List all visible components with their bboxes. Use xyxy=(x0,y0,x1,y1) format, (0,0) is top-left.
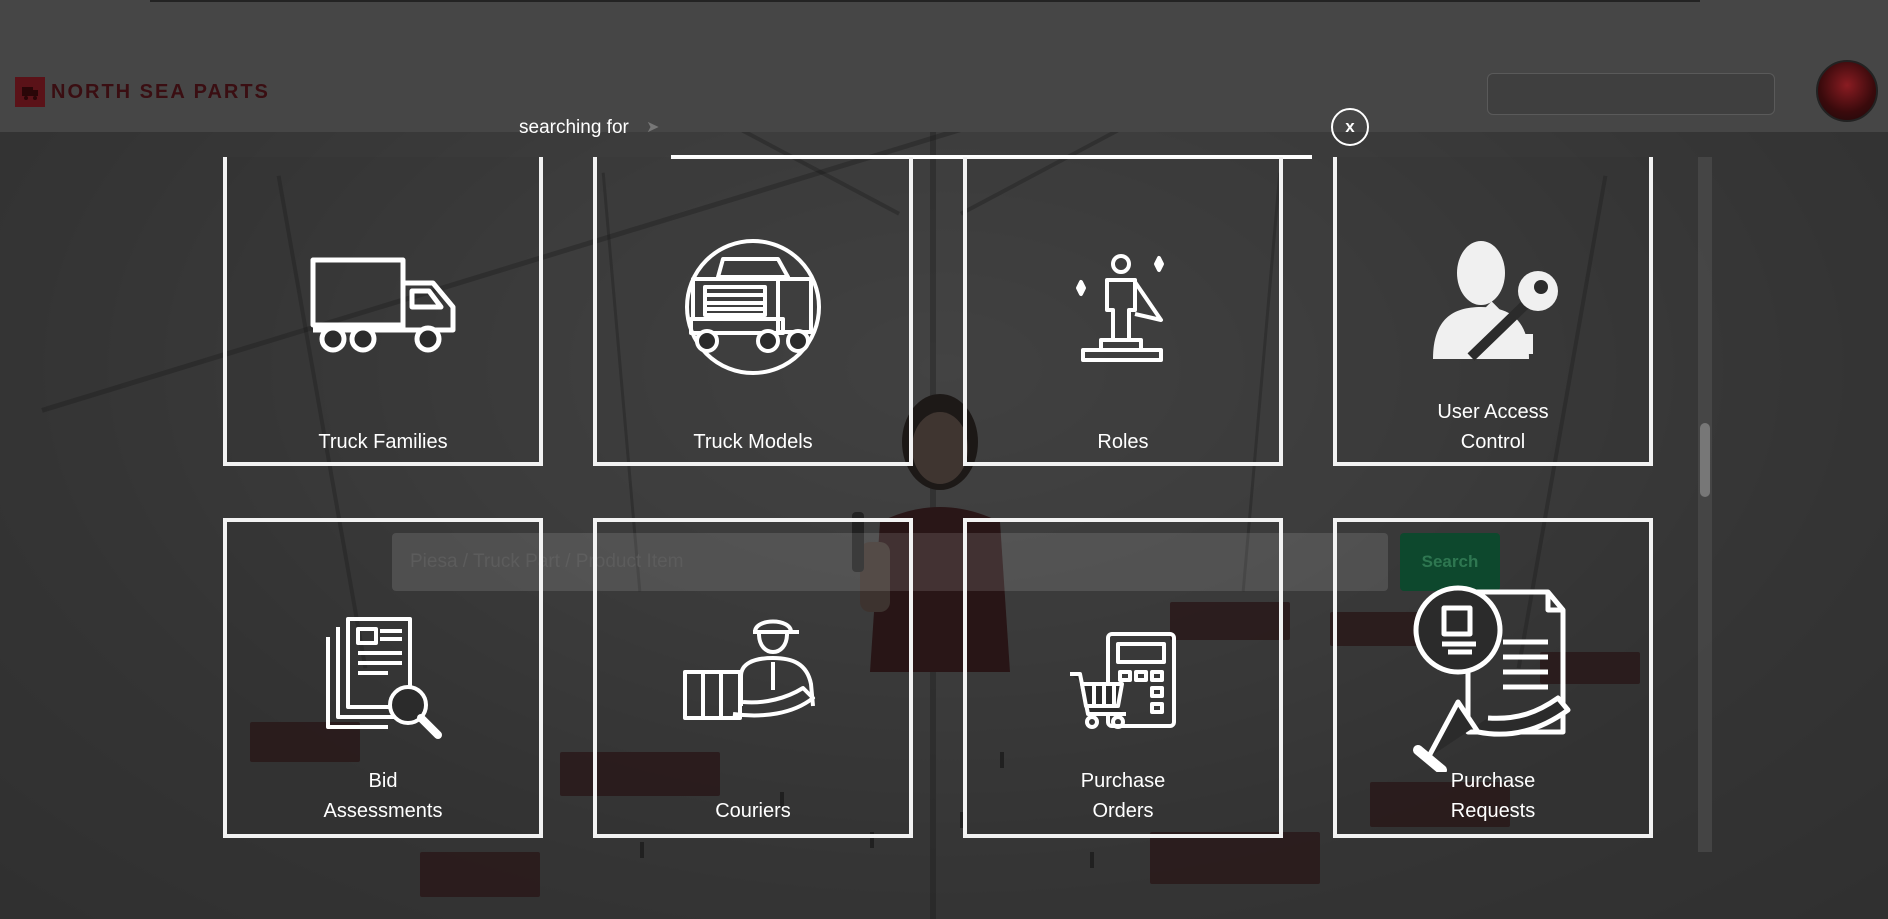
card-label: Couriers xyxy=(715,800,791,822)
card-label-line2: Orders xyxy=(1092,800,1154,822)
card-couriers[interactable]: Couriers xyxy=(593,518,913,838)
hero-podium-icon xyxy=(1076,254,1164,362)
courier-icon xyxy=(683,619,815,720)
truck-logo-icon xyxy=(15,77,45,107)
card-label: Truck Models xyxy=(693,431,813,453)
card-roles[interactable]: Roles xyxy=(963,157,1283,466)
cart-calculator-icon xyxy=(1070,632,1176,729)
card-label: Truck Families xyxy=(318,431,448,453)
brand-logo[interactable]: NORTH SEA PARTS xyxy=(15,77,270,107)
hand-document-icon xyxy=(1413,585,1571,772)
card-user-access-control[interactable]: User Access Control xyxy=(1333,157,1653,466)
modal-scrollbar-thumb[interactable] xyxy=(1700,423,1710,497)
card-bid-assessments[interactable]: Bid Assessments xyxy=(223,518,543,838)
card-label-line2: Control xyxy=(1460,431,1526,453)
card-label: Roles xyxy=(1097,431,1149,453)
card-truck-families[interactable]: Truck Families xyxy=(223,157,543,466)
card-label-line1: User Access xyxy=(1437,401,1549,423)
close-button[interactable]: x xyxy=(1331,108,1369,146)
truck-front-icon xyxy=(685,239,821,375)
card-label-line2: Requests xyxy=(1450,800,1536,822)
card-label-line1: Purchase xyxy=(1080,770,1166,792)
document-search-icon xyxy=(326,617,442,739)
arrow-right-icon: ➤ xyxy=(646,119,660,136)
page: NORTH SEA PARTS Search searching for ➤ x… xyxy=(0,0,1888,919)
card-truck-models[interactable]: Truck Models xyxy=(593,157,913,466)
card-label-line1: Bid xyxy=(368,770,398,792)
avatar[interactable] xyxy=(1816,60,1878,122)
card-label-line2: Assessments xyxy=(323,800,443,822)
truck-icon xyxy=(310,257,456,353)
searching-for-label: searching for xyxy=(519,117,629,138)
user-key-icon xyxy=(1433,241,1558,361)
card-purchase-requests[interactable]: Purchase Requests xyxy=(1333,518,1653,838)
card-purchase-orders[interactable]: Purchase Orders xyxy=(963,518,1283,838)
card-label-line1: Purchase xyxy=(1450,770,1536,792)
brand-name: NORTH SEA PARTS xyxy=(51,80,270,103)
header-search-input[interactable] xyxy=(1487,73,1775,115)
modal-scrollbar-track[interactable] xyxy=(1698,157,1712,852)
